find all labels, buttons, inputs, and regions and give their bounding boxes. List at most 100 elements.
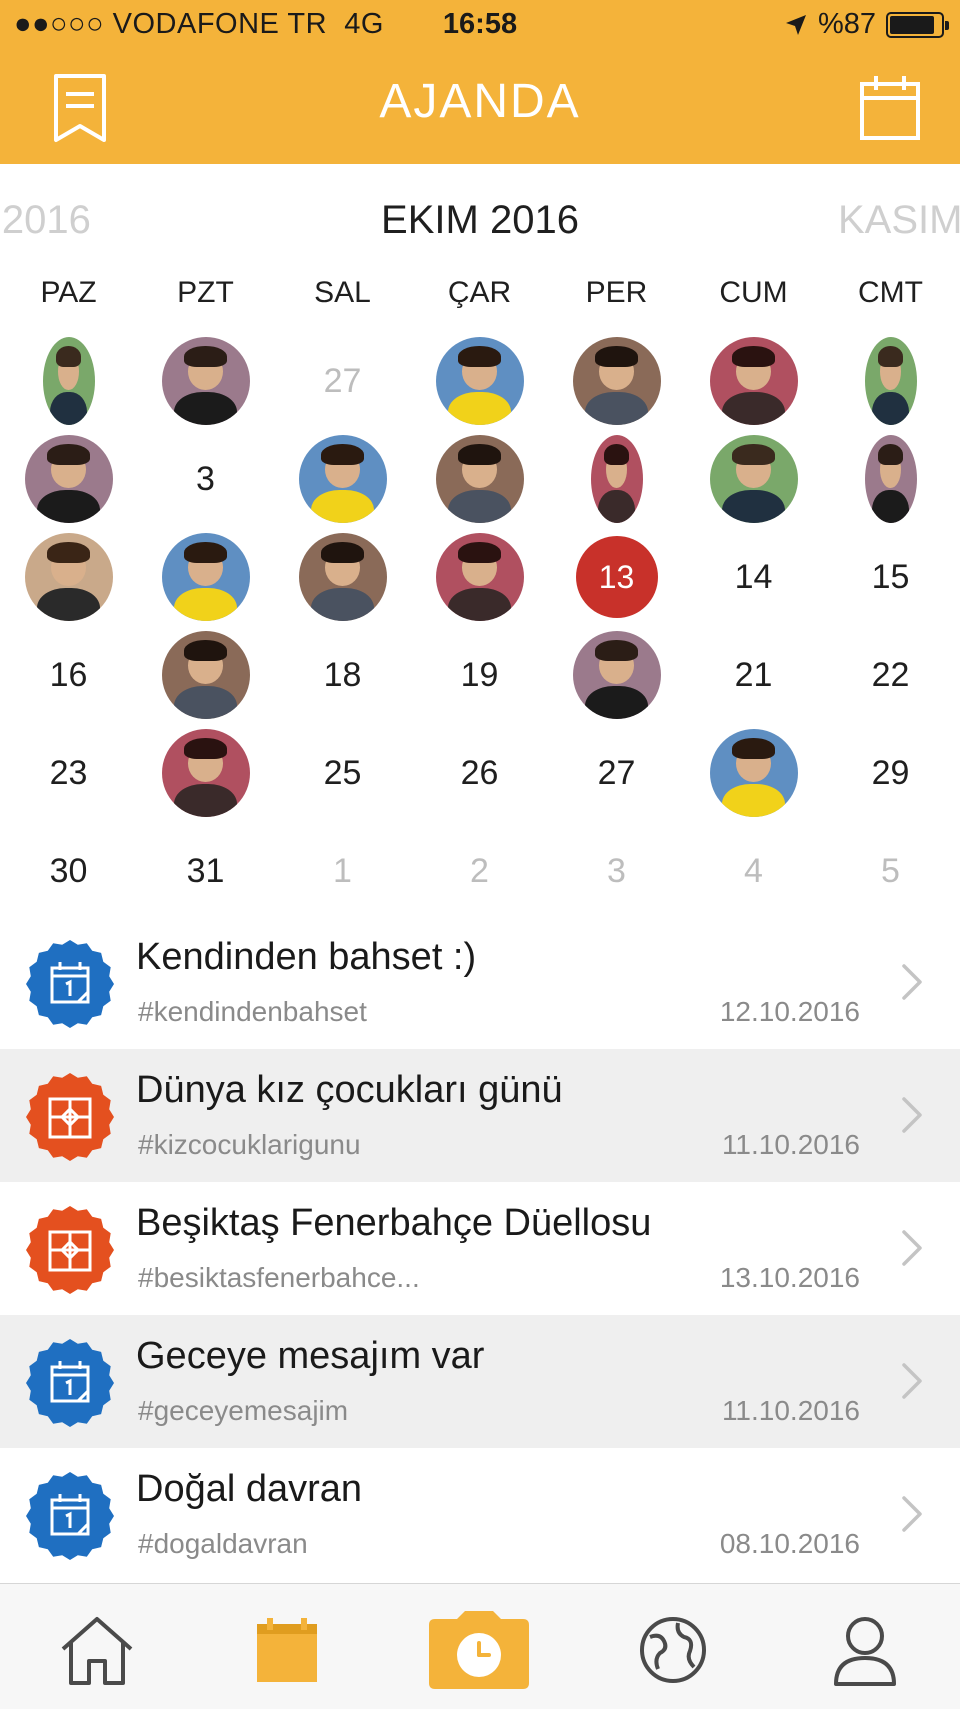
- calendar-day[interactable]: [548, 626, 685, 724]
- calendar-day[interactable]: [411, 332, 548, 430]
- profile-icon: [834, 1617, 896, 1686]
- event-row[interactable]: Geceye mesajım var #geceyemesajim 11.10.20…: [0, 1315, 960, 1448]
- calendar-day[interactable]: [274, 528, 411, 626]
- calendar-day[interactable]: 22: [822, 626, 959, 724]
- event-hashtag: #besiktasfenerbahce...: [138, 1262, 420, 1293]
- avatar-body: [584, 391, 649, 425]
- calendar-day[interactable]: 3: [137, 430, 274, 528]
- avatar-hair: [604, 443, 629, 465]
- day-photo-avatar: [435, 533, 524, 621]
- calendar-day[interactable]: [137, 724, 274, 822]
- calendar-icon: [257, 1618, 317, 1682]
- tab-camera[interactable]: [424, 1602, 534, 1698]
- avatar-hair: [47, 443, 90, 465]
- event-title: Dünya kız çocukları günü: [136, 1069, 563, 1111]
- calendar-button[interactable]: [858, 72, 922, 144]
- day-number: 30: [49, 851, 88, 890]
- status-right: %87: [784, 8, 949, 41]
- tab-calendar[interactable]: [232, 1602, 342, 1698]
- day-number: 19: [460, 655, 499, 694]
- calendar-day[interactable]: [137, 528, 274, 626]
- event-row[interactable]: Dünya kız çocukları günü #kizcocuklarigun…: [0, 1049, 960, 1182]
- next-month[interactable]: KASIM: [838, 198, 960, 243]
- calendar-day[interactable]: [411, 430, 548, 528]
- calendar-day[interactable]: 23: [0, 724, 137, 822]
- calendar-day[interactable]: 5: [822, 822, 959, 920]
- calendar-day[interactable]: 21: [685, 626, 822, 724]
- avatar-body: [584, 685, 649, 719]
- calendar-day[interactable]: [274, 430, 411, 528]
- event-date: 11.10.2016: [721, 1395, 860, 1426]
- tab-explore[interactable]: [618, 1602, 728, 1698]
- calendar-day[interactable]: [0, 430, 137, 528]
- day-photo-avatar: [590, 435, 643, 523]
- day-photo-avatar: [24, 435, 113, 523]
- calendar-day[interactable]: [685, 430, 822, 528]
- calendar-day[interactable]: [822, 332, 959, 430]
- event-title: Doğal davran: [136, 1468, 363, 1510]
- day-number: 26: [460, 753, 499, 792]
- event-hashtag: #kizcocuklarigunu: [138, 1129, 361, 1160]
- calendar-day[interactable]: 4: [685, 822, 822, 920]
- tab-bar: [0, 1583, 960, 1709]
- day-number: 29: [871, 753, 910, 792]
- calendar-day[interactable]: [137, 626, 274, 724]
- calendar-day[interactable]: 30: [0, 822, 137, 920]
- calendar-day[interactable]: [137, 332, 274, 430]
- day-number: 2: [470, 851, 489, 890]
- event-row[interactable]: Beşiktaş Fenerbahçe Düellosu #besiktasfen…: [0, 1182, 960, 1315]
- avatar-body: [721, 489, 786, 523]
- day-photo-avatar: [864, 337, 917, 425]
- calendar-day[interactable]: 27: [548, 724, 685, 822]
- day-photo-avatar: [572, 631, 661, 719]
- avatar-body: [36, 489, 101, 523]
- day-number: 3: [607, 851, 626, 890]
- calendar-day[interactable]: [685, 724, 822, 822]
- calendar-day[interactable]: [822, 430, 959, 528]
- status-bar: ●●○○○ VODAFONE TR 4G 16:58 %87: [0, 0, 960, 52]
- tab-profile[interactable]: [810, 1602, 920, 1698]
- calendar-day[interactable]: 13: [548, 528, 685, 626]
- day-photo-avatar: [709, 337, 798, 425]
- tab-home[interactable]: [42, 1602, 152, 1698]
- calendar-day[interactable]: [0, 332, 137, 430]
- avatar-body: [36, 587, 101, 621]
- calendar-day[interactable]: [0, 528, 137, 626]
- day-number: 16: [49, 655, 88, 694]
- avatar-hair: [732, 443, 775, 465]
- page-title: AJANDA: [379, 75, 581, 128]
- calendar-day[interactable]: [411, 528, 548, 626]
- day-photo-avatar: [161, 533, 250, 621]
- chevron-right-icon: [902, 964, 922, 1000]
- avatar-hair: [184, 345, 227, 367]
- calendar-day[interactable]: 27: [274, 332, 411, 430]
- calendar-day[interactable]: 3: [548, 822, 685, 920]
- day-number: 3: [196, 459, 215, 498]
- event-row[interactable]: Kendinden bahset :) #kendindenbahset 12.10…: [0, 916, 960, 1049]
- calendar-day[interactable]: 25: [274, 724, 411, 822]
- calendar-day[interactable]: [548, 332, 685, 430]
- calendar-day[interactable]: 29: [822, 724, 959, 822]
- calendar-day[interactable]: 2: [411, 822, 548, 920]
- calendar-day[interactable]: 15: [822, 528, 959, 626]
- chevron-right-icon: [902, 1496, 922, 1532]
- calendar-icon: [860, 76, 920, 140]
- calendar-day[interactable]: 19: [411, 626, 548, 724]
- calendar-day[interactable]: 26: [411, 724, 548, 822]
- calendar-day[interactable]: 18: [274, 626, 411, 724]
- event-hashtag: #dogaldavran: [138, 1528, 308, 1559]
- event-list: Kendinden bahset :) #kendindenbahset 12.10…: [0, 916, 960, 1581]
- calendar-day[interactable]: 31: [137, 822, 274, 920]
- calendar-day[interactable]: 14: [685, 528, 822, 626]
- calendar-day[interactable]: [685, 332, 822, 430]
- calendar-day[interactable]: 1: [274, 822, 411, 920]
- avatar-hair: [56, 345, 81, 367]
- calendar-badge-icon: [26, 1339, 114, 1427]
- weekday-label: PZT: [177, 276, 234, 309]
- day-photo-avatar: [709, 729, 798, 817]
- calendar-day[interactable]: 16: [0, 626, 137, 724]
- event-row[interactable]: Doğal davran #dogaldavran 08.10.2016: [0, 1448, 960, 1581]
- calendar-day[interactable]: [548, 430, 685, 528]
- day-photo-avatar: [864, 435, 917, 523]
- avatar-hair: [458, 345, 501, 367]
